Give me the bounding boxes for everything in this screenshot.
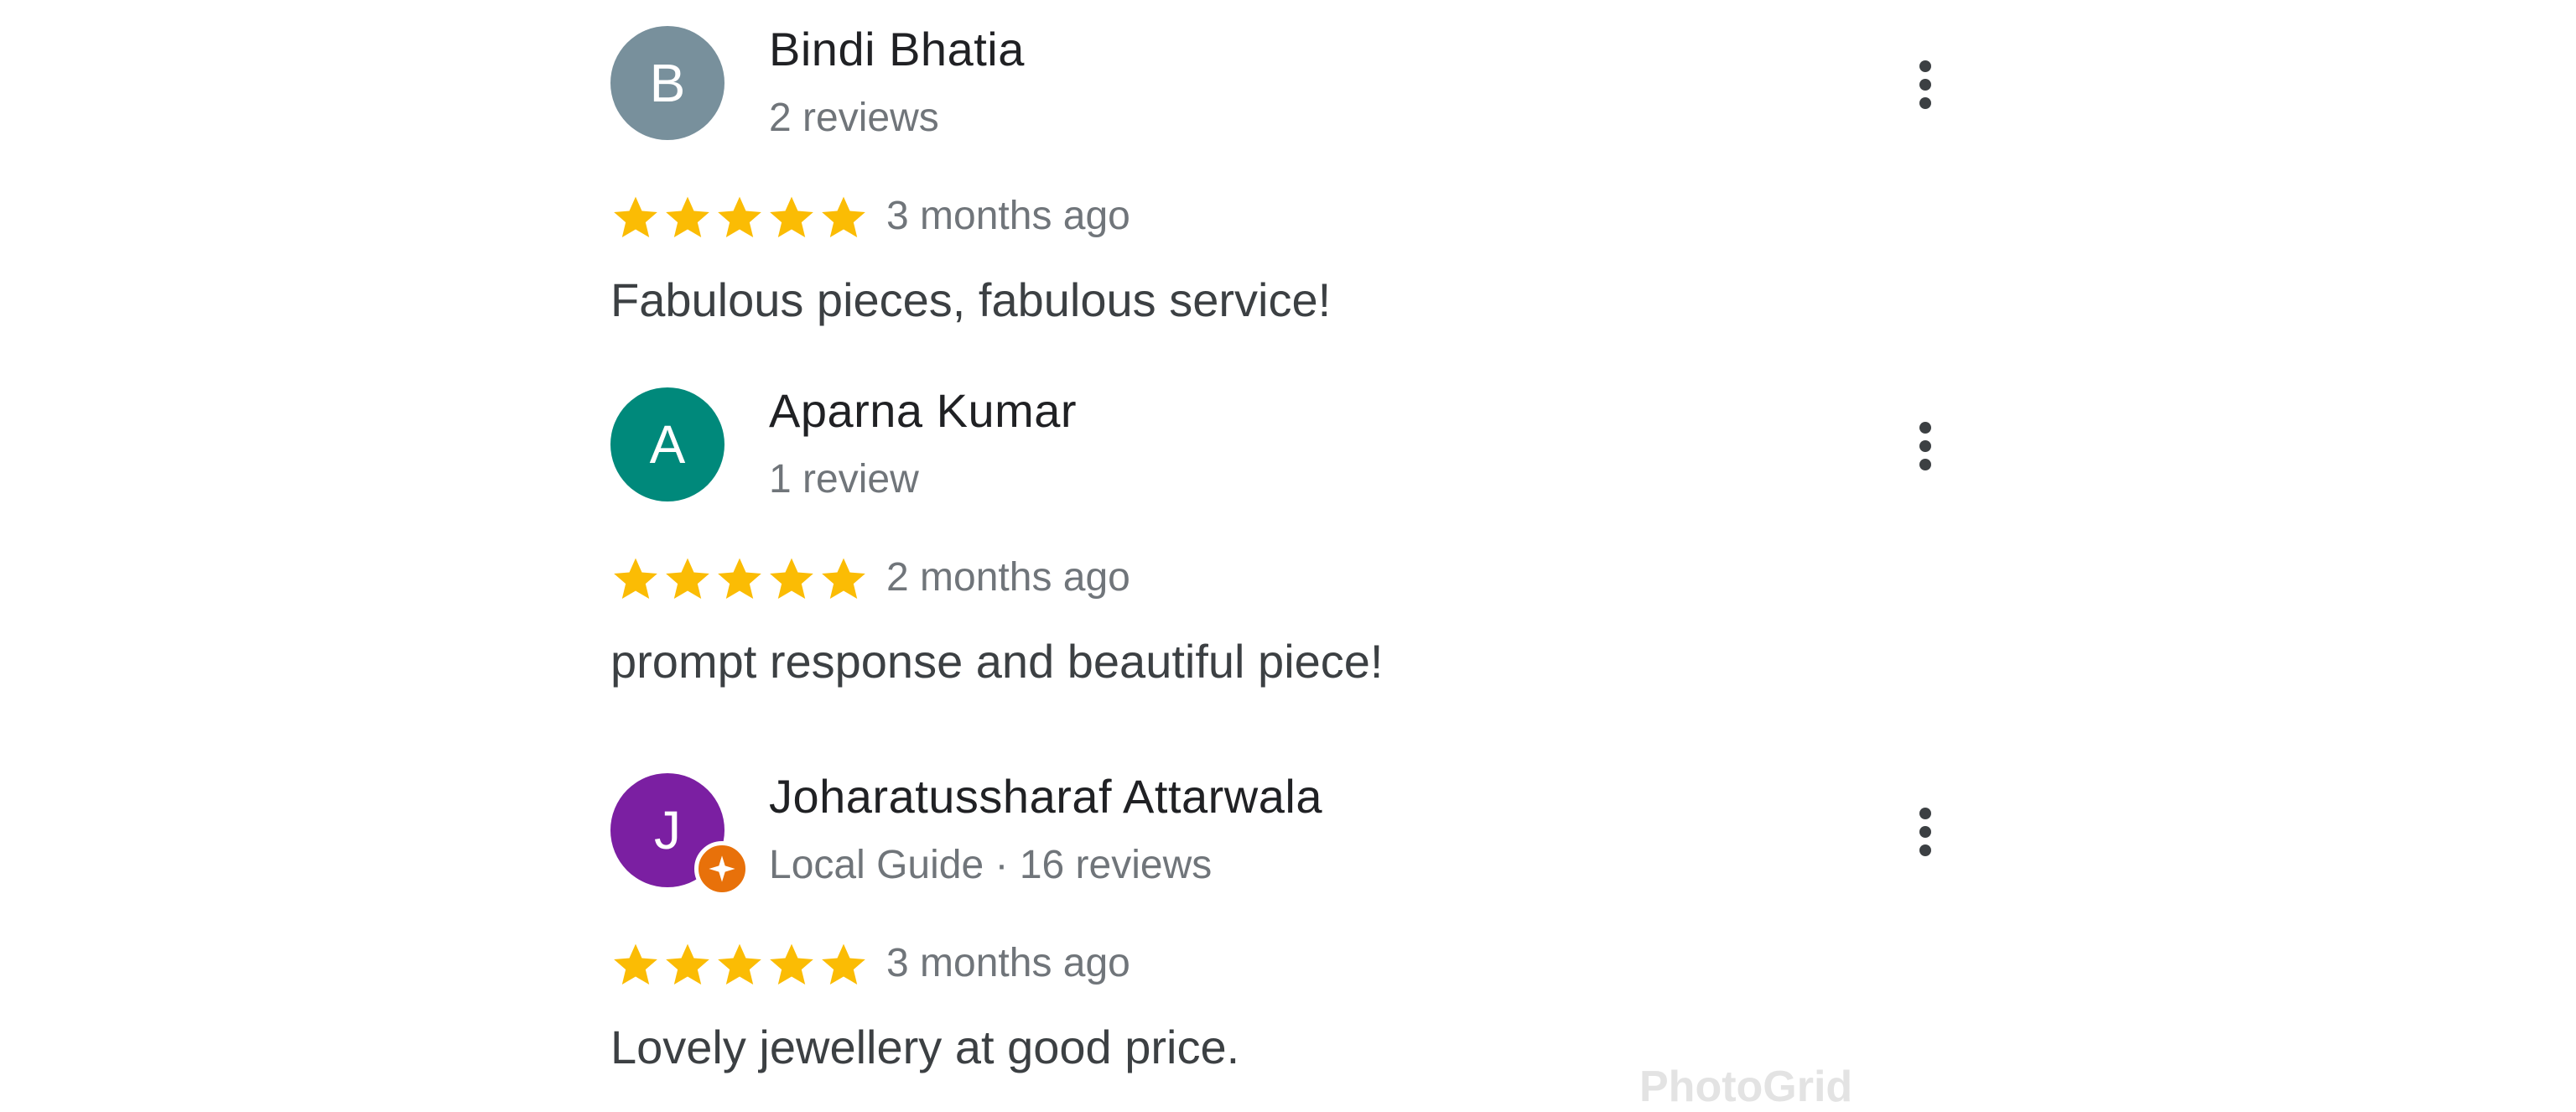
star-icon <box>614 943 657 985</box>
more-vert-icon <box>1919 422 1931 434</box>
more-vert-icon <box>1919 808 1931 819</box>
star-icon <box>770 196 813 237</box>
star-icon <box>718 196 761 237</box>
local-guide-badge-icon <box>694 841 750 896</box>
more-options-button[interactable] <box>1900 43 1950 127</box>
review-time: 2 months ago <box>886 555 1130 600</box>
watermark: PhotoGrid <box>1639 1063 1853 1111</box>
reviewer-name[interactable]: Aparna Kumar <box>769 383 1077 438</box>
star-icon <box>822 558 865 599</box>
review-time: 3 months ago <box>886 194 1130 238</box>
review-text: prompt response and beautiful piece! <box>610 635 1384 688</box>
avatar[interactable]: B <box>610 26 724 140</box>
reviewer-review-count: Local Guide · 16 reviews <box>769 843 1213 887</box>
star-icon <box>822 943 865 985</box>
star-icon <box>614 558 657 599</box>
star-rating <box>610 555 870 604</box>
star-icon <box>666 943 709 985</box>
star-icon <box>614 196 657 237</box>
review-text: Lovely jewellery at good price. <box>610 1021 1240 1073</box>
reviewer-name[interactable]: Bindi Bhatia <box>769 22 1025 76</box>
review-time: 3 months ago <box>886 941 1130 985</box>
star-icon <box>770 943 813 985</box>
more-vert-icon <box>1919 60 1931 72</box>
review-text: Fabulous pieces, fabulous service! <box>610 273 1332 326</box>
star-rating <box>610 194 870 242</box>
star-icon <box>822 196 865 237</box>
avatar[interactable]: A <box>610 387 724 501</box>
sparkle-icon <box>709 855 735 882</box>
reviewer-name[interactable]: Joharatussharaf Attarwala <box>769 769 1322 824</box>
more-options-button[interactable] <box>1900 790 1950 874</box>
reviewer-review-count: 1 review <box>769 457 919 501</box>
more-options-button[interactable] <box>1900 404 1950 488</box>
star-rating <box>610 941 870 990</box>
star-icon <box>718 558 761 599</box>
star-icon <box>718 943 761 985</box>
star-icon <box>666 196 709 237</box>
star-icon <box>770 558 813 599</box>
reviewer-review-count: 2 reviews <box>769 96 939 140</box>
star-icon <box>666 558 709 599</box>
